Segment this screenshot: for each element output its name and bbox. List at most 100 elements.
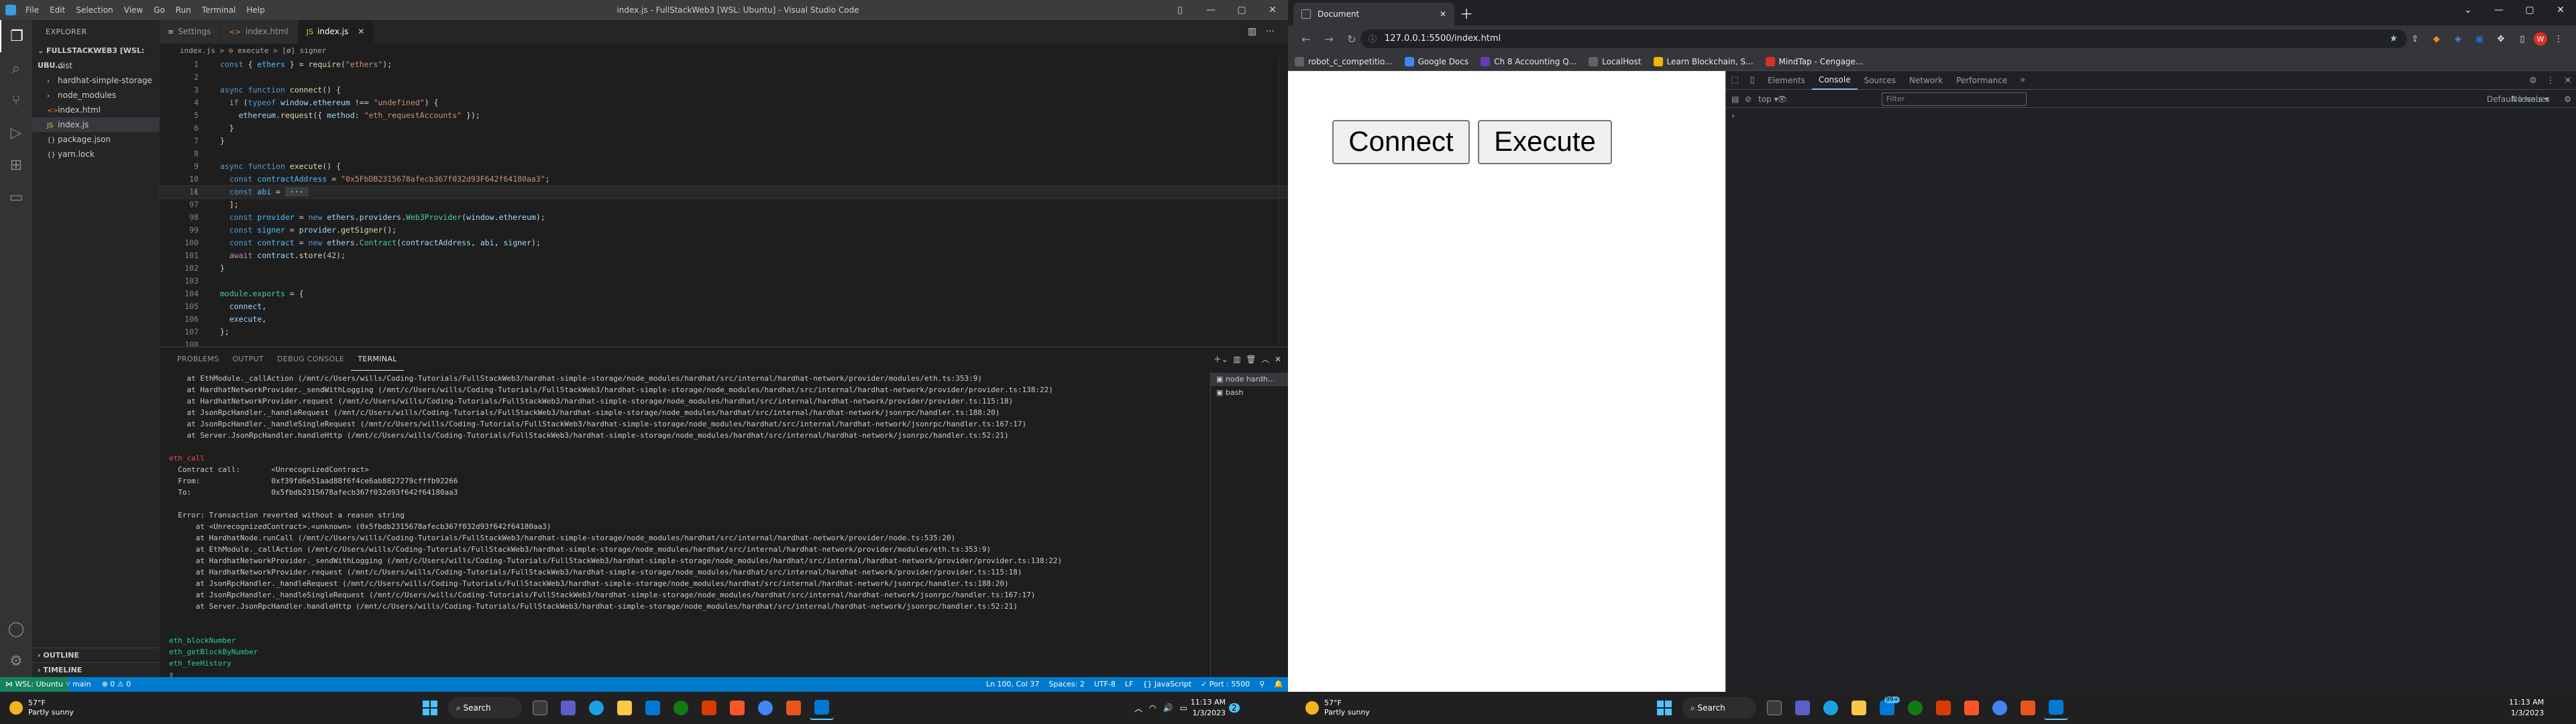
explorer-item[interactable]: › node_modules — [32, 88, 160, 103]
tab-index-html[interactable]: <> index.html — [221, 20, 299, 44]
devtools-tab-performance[interactable]: Performance — [1949, 71, 2014, 90]
panel-tab-debug-console[interactable]: DEBUG CONSOLE — [270, 347, 351, 371]
minimize-button[interactable]: — — [1195, 0, 1226, 20]
chrome-taskbar-icon[interactable] — [753, 696, 777, 720]
breadcrumb[interactable]: index.js > ⊙ execute > [ø] signer — [160, 44, 1288, 58]
devtools-tab-elements[interactable]: Elements — [1761, 71, 1812, 90]
ubuntu-icon-right[interactable] — [2016, 696, 2040, 720]
start-button[interactable] — [418, 696, 442, 720]
clock-left[interactable]: 11:13 AM 1/3/2023 — [1191, 697, 1226, 719]
close-panel-icon[interactable]: ✕ — [1275, 355, 1281, 364]
file-explorer-icon-right[interactable] — [1847, 696, 1871, 720]
editor-scrollbar[interactable] — [1279, 58, 1288, 347]
console-filter-input[interactable]: Filter — [1882, 93, 2027, 106]
remote-indicator[interactable]: ⋈ WSL: Ubuntu — [0, 677, 68, 692]
status-right-item[interactable]: ✓ Port : 5500 — [1196, 677, 1254, 692]
vscode-taskbar-icon[interactable] — [810, 696, 834, 720]
search-icon[interactable]: ⌕ — [0, 52, 32, 84]
devtools-tab-network[interactable]: Network — [1902, 71, 1949, 90]
teams-icon-right[interactable]: 99+ — [1875, 696, 1900, 720]
explorer-icon[interactable]: ❐ — [0, 20, 32, 52]
split-editor-icon[interactable]: ▥ — [1248, 26, 1256, 37]
chrome-menu-icon[interactable]: ⋮ — [2548, 32, 2569, 46]
tab-index-js[interactable]: JS index.js ✕ — [298, 20, 375, 44]
explorer-item[interactable]: <>index.html — [32, 103, 160, 117]
extensions-icon[interactable]: ⊞ — [0, 149, 32, 181]
account-icon[interactable]: ◯ — [0, 613, 32, 645]
terminal-output[interactable]: at EthModule._callAction (/mnt/c/Users/w… — [169, 373, 1216, 678]
devtools-tab-console[interactable]: Console — [1811, 71, 1858, 90]
metamask-icon[interactable]: ◆ — [2426, 32, 2447, 46]
task-view-icon-right[interactable] — [1762, 696, 1786, 720]
bookmark-item[interactable]: LocalHost — [1589, 56, 1642, 66]
extension-2-icon[interactable]: ▣ — [2469, 32, 2489, 46]
bookmark-item[interactable]: Ch 8 Accounting Q... — [1481, 56, 1576, 66]
bookmark-item[interactable]: MindTap - Cengage... — [1765, 56, 1864, 66]
taskbar-search-right[interactable]: ⌕ Search — [1682, 697, 1756, 719]
profile-avatar[interactable]: W — [2534, 32, 2547, 46]
panel-tab-output[interactable]: OUTPUT — [225, 347, 270, 371]
tray-chevron-icon[interactable]: ︿ — [1134, 703, 1142, 714]
status-right-item[interactable]: Ln 100, Col 37 — [981, 677, 1044, 692]
office-icon-right[interactable] — [1931, 696, 1955, 720]
teams-chat-icon[interactable] — [556, 696, 580, 720]
clear-console-icon[interactable]: ⊘ — [1745, 90, 1752, 108]
tab-Settings[interactable]: ≡ Settings — [160, 20, 221, 44]
brave-icon-right[interactable] — [1960, 696, 1984, 720]
explorer-item[interactable]: › dist — [32, 58, 160, 73]
xbox-icon-right[interactable] — [1903, 696, 1927, 720]
status-right-item[interactable]: LF — [1120, 677, 1138, 692]
bookmark-item[interactable]: robot_c_competitio... — [1295, 56, 1393, 66]
edge-icon-right[interactable] — [1819, 696, 1843, 720]
extension-icon[interactable]: ◈ — [2448, 32, 2468, 46]
chrome-taskbar-icon-right[interactable] — [1988, 696, 2012, 720]
weather-widget-right[interactable]: 57°F Partly sunny — [1305, 696, 1370, 720]
explorer-item[interactable]: › hardhat-simple-storage — [32, 73, 160, 88]
xbox-icon[interactable] — [669, 696, 693, 720]
status-right-item[interactable]: 🔔 — [1269, 677, 1288, 692]
zoom-icon[interactable]: ⌕ — [2383, 32, 2404, 46]
notification-badge-left[interactable]: 2 — [1229, 703, 1240, 713]
execute-button[interactable]: Execute — [1478, 120, 1612, 164]
code-editor[interactable]: 1 const { ethers } = require("ethers"); 2 3… — [159, 58, 1288, 349]
volume-icon[interactable]: 🔊 — [1163, 703, 1173, 713]
brave-icon[interactable] — [725, 696, 749, 720]
puzzle-icon[interactable]: ✥ — [2491, 32, 2511, 46]
battery-icon[interactable]: ▭ — [1179, 703, 1187, 713]
live-expression-icon[interactable]: 👁 — [1777, 90, 1787, 108]
split-terminal-icon[interactable]: ▥ — [1233, 355, 1240, 364]
terminal-list-item[interactable]: ▣ node hardh... — [1211, 373, 1288, 386]
site-info-icon[interactable]: ⓘ — [1368, 29, 1377, 48]
explorer-item[interactable]: JS index.js — [32, 117, 160, 132]
device-toolbar-icon[interactable]: ▯ — [1743, 75, 1761, 85]
address-bar[interactable]: ⓘ 127.0.0.1:5500/index.html ★ — [1360, 29, 2407, 48]
new-terminal-icon[interactable]: ＋⌄ — [1214, 355, 1228, 364]
maximize-panel-icon[interactable]: ︿ — [1261, 355, 1269, 364]
close-button[interactable]: ✕ — [1257, 0, 1288, 20]
remote-explorer-icon[interactable]: ▭ — [0, 181, 32, 213]
chrome-maximize-button[interactable]: ▢ — [2514, 0, 2545, 20]
chrome-close-button[interactable]: ✕ — [2545, 0, 2576, 20]
terminal-list-item[interactable]: ▣ bash — [1211, 386, 1288, 400]
more-actions-icon[interactable]: ··· — [1266, 26, 1275, 37]
explorer-item[interactable]: {} package.json — [32, 132, 160, 147]
status-right-item[interactable]: ⚲ — [1254, 677, 1269, 692]
teams-chat-icon-right[interactable] — [1790, 696, 1815, 720]
more-tabs-icon[interactable]: » — [2014, 75, 2031, 85]
panel-tab-terminal[interactable]: TERMINAL — [351, 347, 404, 371]
store-icon[interactable] — [641, 696, 665, 720]
status-left-item[interactable]: ⑂ main — [60, 677, 97, 692]
browser-tab[interactable]: Document ✕ — [1293, 3, 1454, 25]
console-settings-icon[interactable]: ⚙ — [2564, 90, 2571, 108]
console-output[interactable]: › — [1726, 109, 2576, 692]
status-left-item[interactable]: ⊗ 0 ⚠ 0 — [97, 677, 137, 692]
bookmark-item[interactable]: Google Docs — [1404, 56, 1468, 66]
reload-icon[interactable]: ↻ — [1340, 33, 1363, 46]
status-right-item[interactable]: Spaces: 2 — [1044, 677, 1089, 692]
issues-indicator[interactable]: No Issues — [2512, 90, 2550, 108]
close-tab-icon[interactable]: ✕ — [1440, 3, 1446, 25]
devtools-menu-icon[interactable]: ⋮ — [2542, 76, 2559, 86]
edge-icon[interactable] — [584, 696, 608, 720]
context-selector[interactable]: top ▾ — [1758, 90, 1778, 108]
share-icon[interactable]: ⇪ — [2405, 32, 2425, 46]
